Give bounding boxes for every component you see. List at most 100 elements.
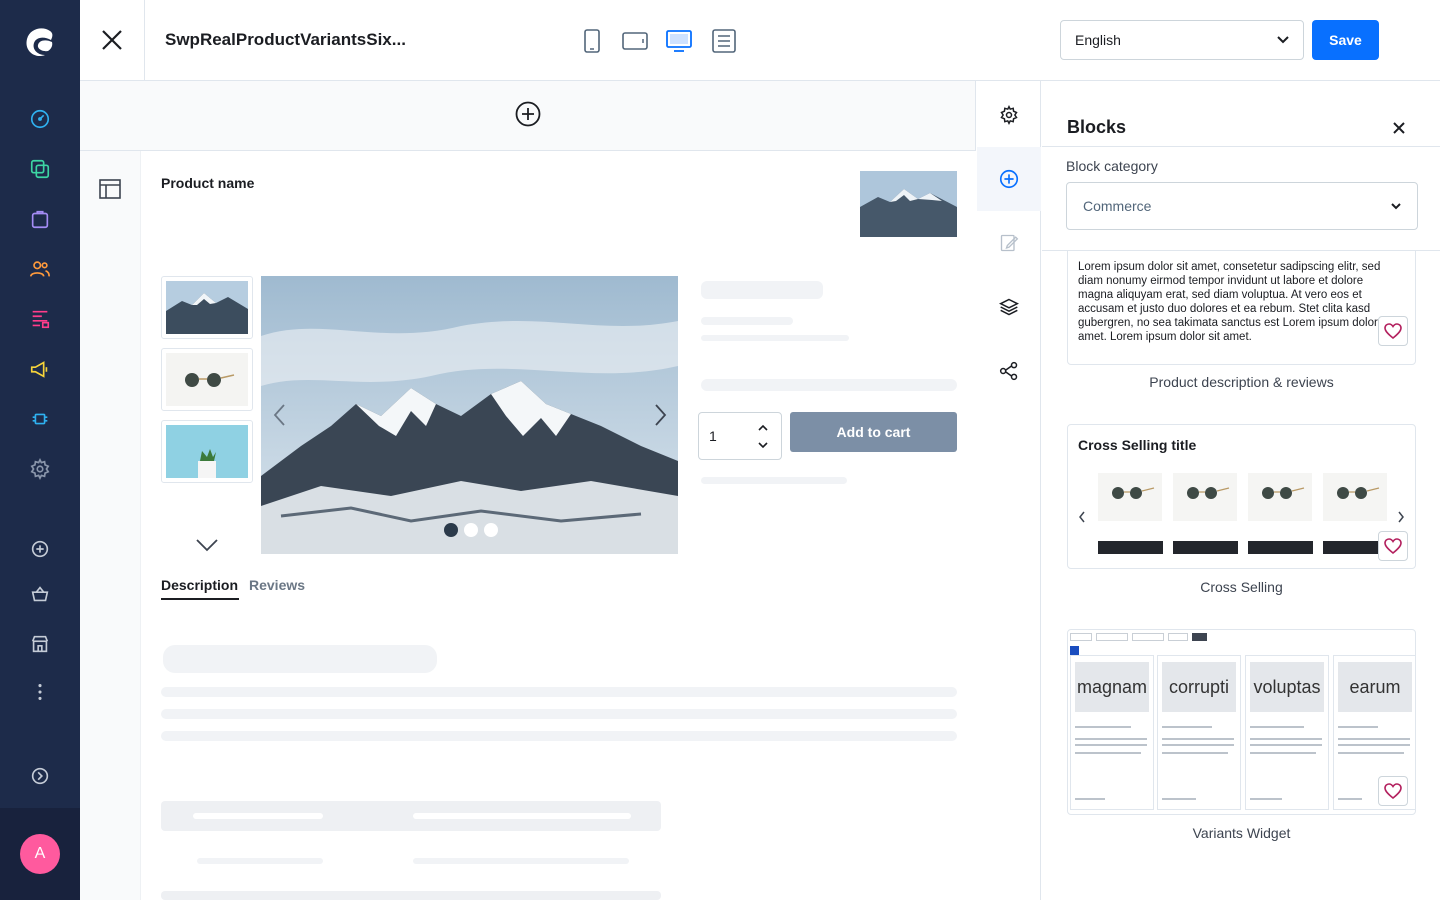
- preview-line: [1162, 726, 1212, 728]
- dashboard-icon[interactable]: [26, 105, 54, 133]
- preview-line: [1162, 738, 1234, 740]
- page-title: SwpRealProductVariantsSix...: [165, 30, 406, 49]
- preview-line: [1338, 752, 1404, 754]
- desktop-view-icon[interactable]: [666, 28, 692, 54]
- block-category-value: Commerce: [1083, 198, 1152, 214]
- skeleton-line: [161, 709, 957, 719]
- skeleton-line: [193, 813, 323, 819]
- favorite-button[interactable]: [1378, 531, 1408, 561]
- block-category-select[interactable]: Commerce: [1066, 182, 1418, 230]
- active-tab-indicator: [161, 598, 239, 600]
- preview-line: [1250, 798, 1282, 800]
- avatar[interactable]: A: [20, 834, 60, 874]
- orders-icon[interactable]: [26, 205, 54, 233]
- quantity-stepper[interactable]: 1: [698, 412, 782, 460]
- section-settings-icon[interactable]: [98, 177, 122, 201]
- gallery-thumbnail[interactable]: [161, 276, 253, 339]
- block-preview-text: Lorem ipsum dolor sit amet, consetetur s…: [1078, 261, 1393, 343]
- chevron-down-icon: [1277, 36, 1289, 44]
- tab-description[interactable]: Description: [161, 577, 238, 593]
- gallery-dot[interactable]: [444, 523, 458, 537]
- layers-icon[interactable]: [977, 275, 1041, 339]
- close-editor-button[interactable]: [80, 0, 145, 80]
- close-icon[interactable]: [1391, 120, 1407, 136]
- settings-icon[interactable]: [977, 83, 1041, 147]
- image-gallery[interactable]: [261, 276, 678, 554]
- content-icon[interactable]: [26, 305, 54, 333]
- stepper-arrows-icon[interactable]: [758, 423, 768, 451]
- block-preview-cross-selling[interactable]: Cross Selling title: [1067, 424, 1416, 569]
- sales-channel-icon[interactable]: [26, 630, 54, 658]
- settings-icon[interactable]: [26, 455, 54, 483]
- chevron-down-icon[interactable]: [195, 537, 219, 553]
- shopware-logo-icon[interactable]: [20, 22, 60, 62]
- block-label: Variants Widget: [1192, 825, 1291, 841]
- variant-image: voluptas: [1250, 662, 1324, 712]
- save-button[interactable]: Save: [1312, 20, 1379, 60]
- skeleton-title: [701, 281, 823, 299]
- customers-icon[interactable]: [26, 255, 54, 283]
- user-area: A: [0, 808, 80, 900]
- product-detail-section: Product name 1 Add to cart Description R…: [140, 151, 976, 900]
- preview-filter: [1168, 633, 1188, 641]
- product-card: [1323, 473, 1387, 521]
- preview-filter: [1070, 633, 1092, 641]
- cross-selling-title: Cross Selling title: [1078, 437, 1197, 453]
- expand-icon[interactable]: [26, 762, 54, 790]
- extensions-icon[interactable]: [26, 405, 54, 433]
- preview-line: [1075, 738, 1147, 740]
- heart-icon: [1384, 783, 1402, 799]
- chevron-right-icon[interactable]: [651, 403, 669, 427]
- preview-line: [1338, 744, 1410, 746]
- preview-line: [1338, 798, 1362, 800]
- gallery-dot[interactable]: [484, 523, 498, 537]
- gallery-dot[interactable]: [464, 523, 478, 537]
- chevron-left-icon[interactable]: [271, 403, 289, 427]
- heart-icon: [1384, 323, 1402, 339]
- add-section-icon[interactable]: [514, 100, 542, 128]
- favorite-button[interactable]: [1378, 776, 1408, 806]
- skeleton-line: [701, 379, 957, 391]
- add-block-icon[interactable]: [977, 147, 1041, 211]
- buy-button-preview: [1173, 541, 1238, 554]
- favorite-button[interactable]: [1378, 316, 1408, 346]
- add-icon[interactable]: [26, 535, 54, 563]
- panel-divider: [1042, 146, 1440, 147]
- mobile-view-icon[interactable]: [579, 28, 605, 54]
- sidebar-tools: [977, 81, 1041, 900]
- block-preview-variants-widget[interactable]: magnam corrupti voluptas earum: [1067, 629, 1416, 815]
- add-to-cart-button[interactable]: Add to cart: [790, 412, 957, 452]
- preview-line: [1162, 744, 1234, 746]
- preview-line: [1075, 798, 1105, 800]
- preview-line: [1075, 752, 1141, 754]
- preview-line: [1338, 726, 1378, 728]
- product-image[interactable]: [860, 171, 957, 237]
- catalogue-icon[interactable]: [26, 155, 54, 183]
- block-preview-product-description[interactable]: Lorem ipsum dolor sit amet, consetetur s…: [1067, 251, 1416, 365]
- edit-icon[interactable]: [977, 211, 1041, 275]
- shop-basket-icon[interactable]: [26, 580, 54, 608]
- gallery-thumbnail[interactable]: [161, 348, 253, 411]
- chevron-right-icon[interactable]: [1397, 511, 1405, 523]
- quantity-value: 1: [709, 428, 717, 444]
- form-view-icon[interactable]: [711, 28, 737, 54]
- language-select[interactable]: English: [1060, 20, 1304, 60]
- product-card: [1098, 473, 1162, 521]
- marketing-icon[interactable]: [26, 355, 54, 383]
- tab-reviews[interactable]: Reviews: [249, 577, 305, 593]
- heart-icon: [1384, 538, 1402, 554]
- tablet-view-icon[interactable]: [622, 28, 648, 54]
- skeleton-line: [197, 858, 323, 864]
- preview-line: [1162, 752, 1228, 754]
- share-icon[interactable]: [977, 339, 1041, 403]
- preview-filter: [1192, 633, 1207, 641]
- variant-column: voluptas: [1245, 655, 1329, 810]
- block-category-label: Block category: [1066, 158, 1158, 174]
- more-icon[interactable]: [26, 678, 54, 706]
- gallery-thumbnail[interactable]: [161, 420, 253, 483]
- skeleton-heading: [163, 645, 437, 673]
- chevron-left-icon[interactable]: [1078, 511, 1086, 523]
- skeleton-line: [161, 731, 957, 741]
- editor-toolbar: SwpRealProductVariantsSix... English Sav…: [80, 0, 1440, 81]
- preview-line: [1075, 744, 1147, 746]
